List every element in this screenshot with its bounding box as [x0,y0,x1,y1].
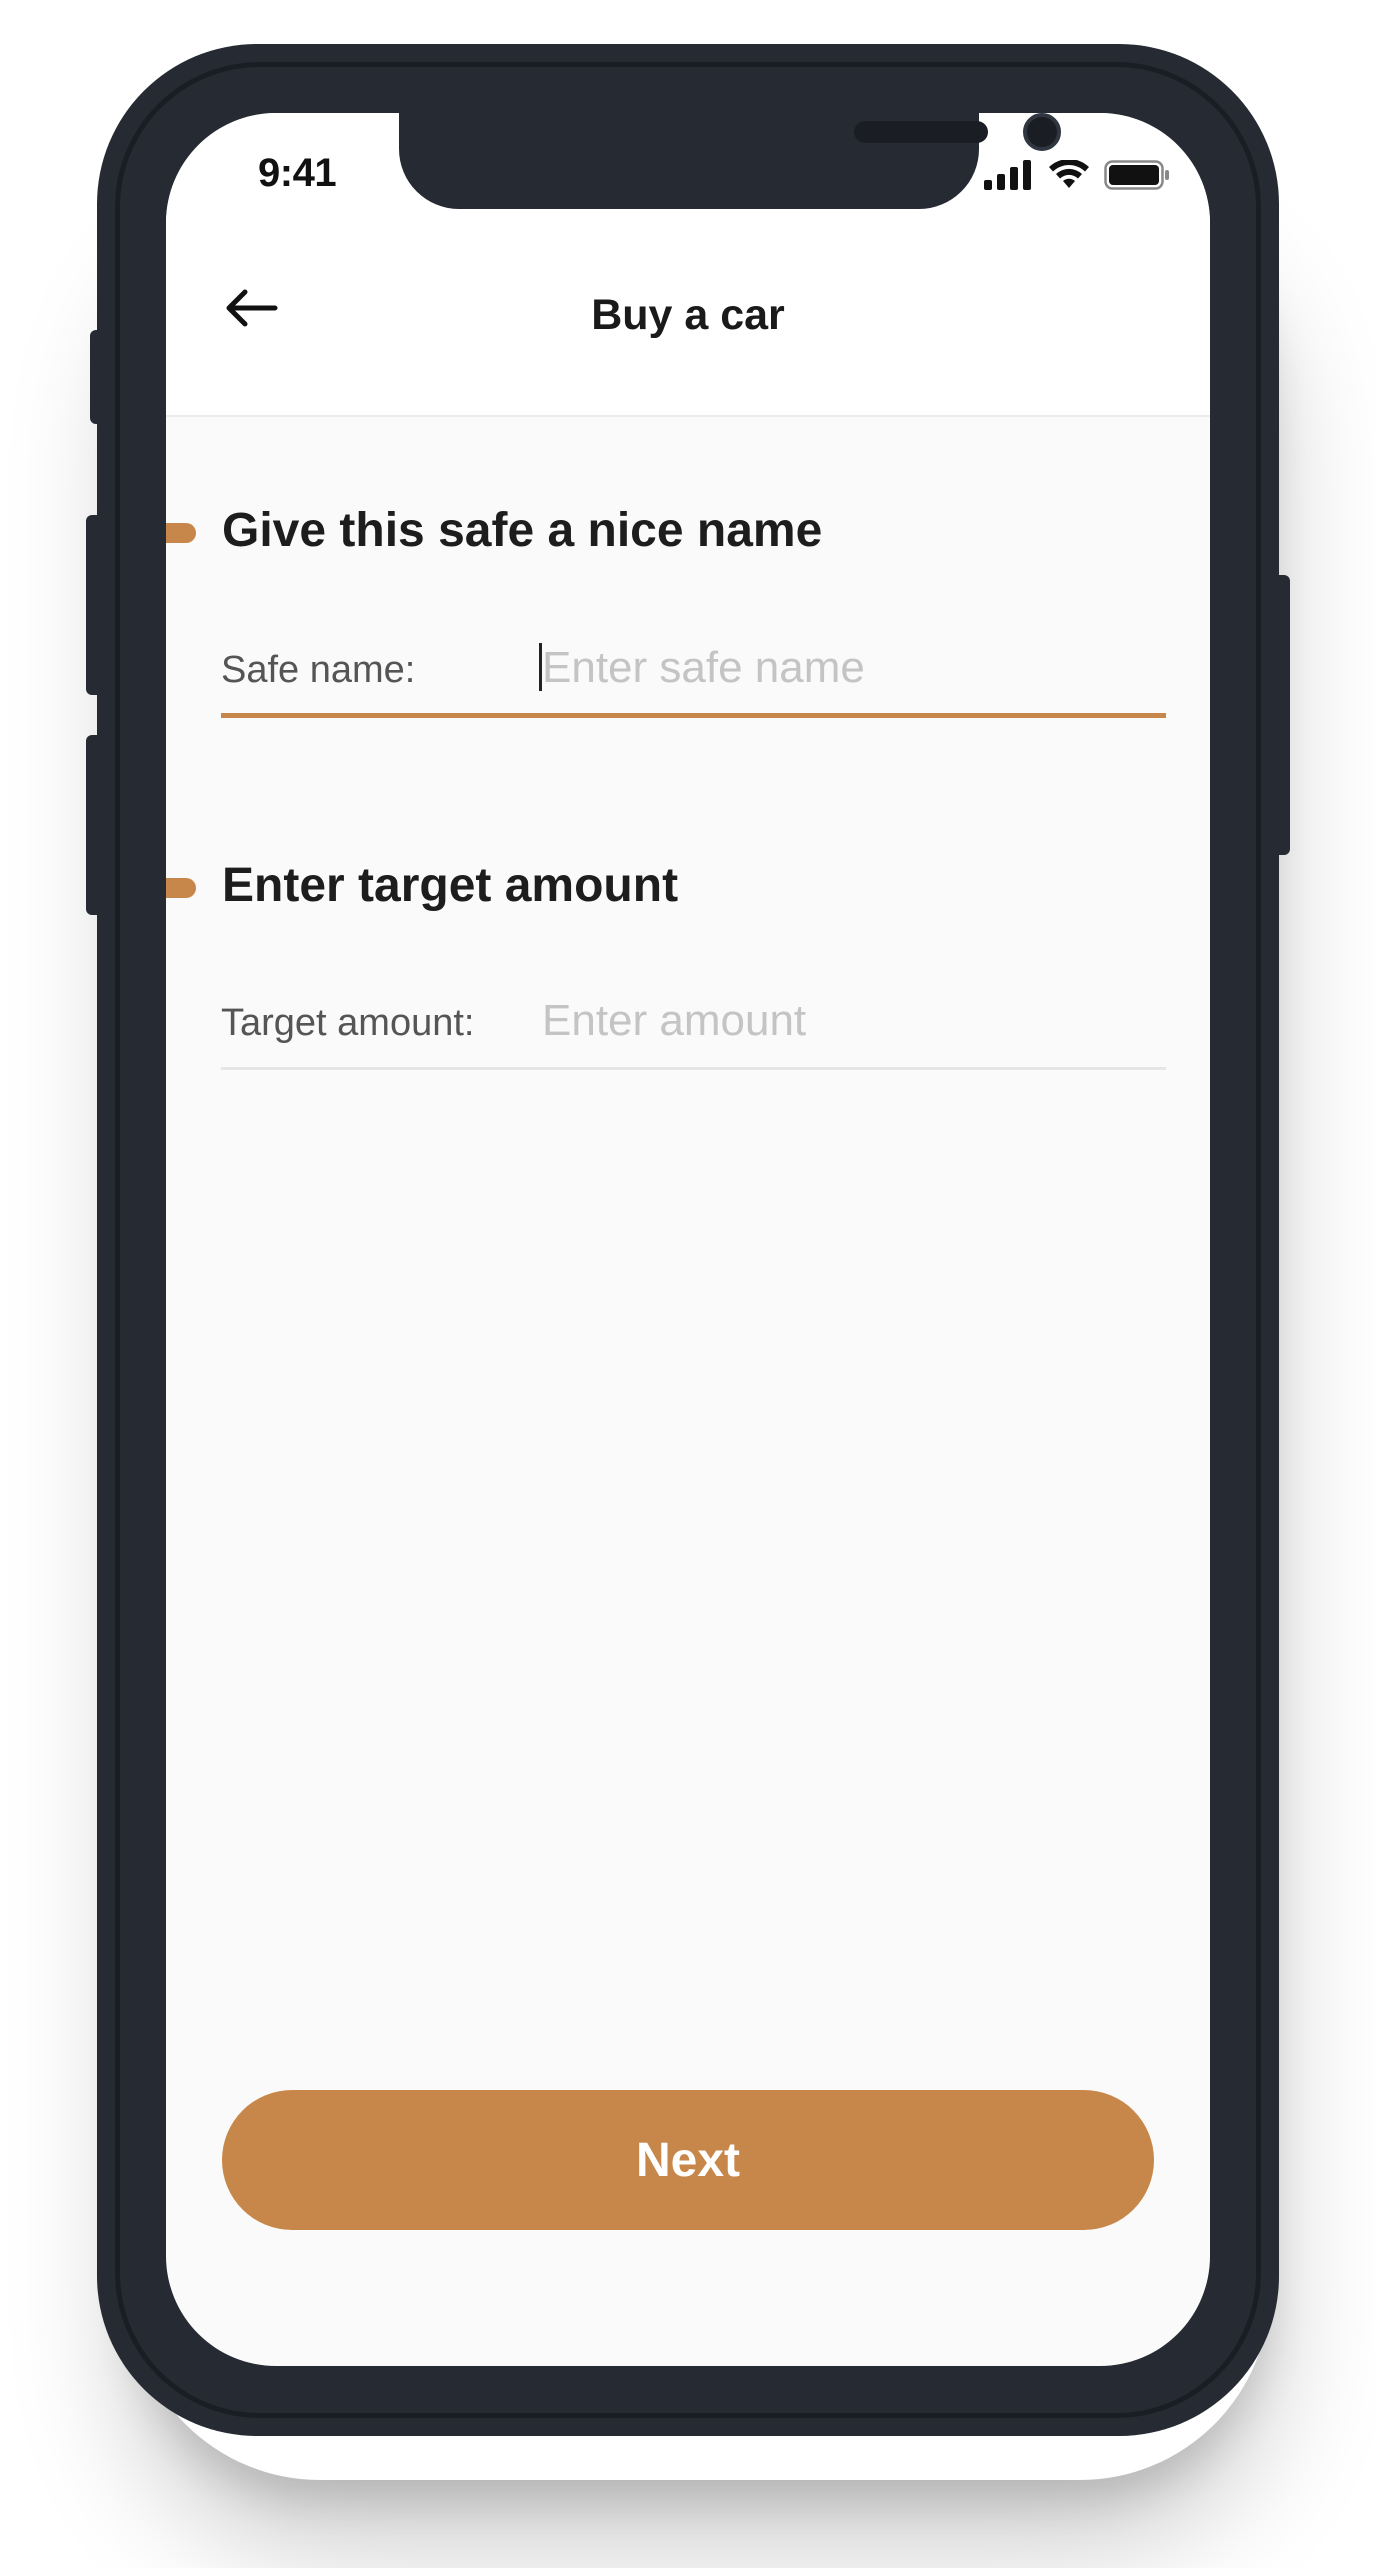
section-marker [166,878,196,898]
field-label: Target amount: [221,1002,475,1044]
section-heading: Give this safe a nice name [222,504,823,557]
earpiece-speaker [854,121,988,143]
front-camera [1023,113,1061,151]
device-mockup: 9:41 Buy a car Give this safe a nice nam… [0,0,1376,2568]
section-marker [166,523,196,543]
target-amount-section: Enter target amount Target amount: [166,858,1210,1118]
section-heading: Enter target amount [222,859,679,912]
status-icons [984,155,1170,195]
field-underline-active [221,713,1166,718]
device-notch [399,113,1061,209]
target-amount-input[interactable] [542,988,1162,1054]
page-title: Buy a car [591,291,785,339]
target-amount-field: Target amount: [221,984,1166,1070]
status-time: 9:41 [258,151,337,195]
field-label: Safe name: [221,649,416,691]
wifi-icon [1049,160,1089,188]
cellular-signal-icon [984,160,1031,190]
app-screen: 9:41 Buy a car Give this safe a nice nam… [166,113,1210,2366]
safe-name-field: Safe name: [221,631,1166,718]
safe-name-input[interactable] [542,635,1162,701]
next-button[interactable]: Next [222,2090,1154,2230]
safe-name-section: Give this safe a nice name Safe name: [166,503,1210,763]
field-underline [221,1067,1166,1070]
battery-icon [1104,160,1169,190]
text-cursor [539,643,542,691]
